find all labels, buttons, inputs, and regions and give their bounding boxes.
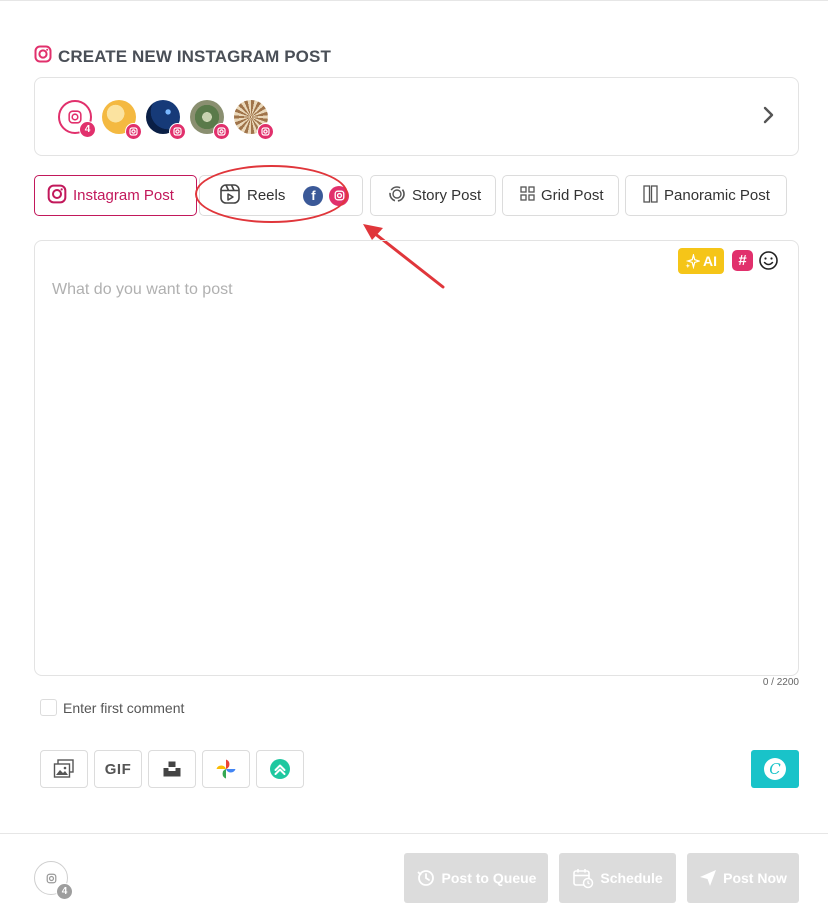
ai-button[interactable]: AI [678,248,724,274]
tab-label: Panoramic Post [664,187,770,204]
page-title: CREATE NEW INSTAGRAM POST [58,46,331,66]
instagram-badge-icon [257,123,274,140]
tab-panoramic-post[interactable]: Panoramic Post [625,175,787,216]
queue-icon [416,870,434,886]
ai-label: AI [703,253,717,269]
instagram-icon [47,184,67,208]
sparkle-icon [685,253,700,269]
account-count-badge: 4 [79,121,96,138]
canva-button[interactable]: C [751,750,799,788]
footer-account-count: 4 [56,883,73,900]
emoji-icon[interactable] [758,250,779,271]
top-divider [0,0,828,1]
account-avatar[interactable] [190,100,230,140]
first-comment-label[interactable]: Enter first comment [63,700,184,716]
account-avatar[interactable] [146,100,186,140]
gif-label: GIF [104,760,132,778]
svg-text:C: C [769,760,781,778]
account-selector[interactable]: 4 [34,77,799,156]
tab-grid-post[interactable]: Grid Post [502,175,619,216]
selected-accounts-avatar[interactable]: 4 [58,100,96,138]
grid-icon [520,186,535,205]
instagram-icon [68,110,82,124]
annotation-oval [195,165,348,223]
send-icon [700,870,717,886]
first-comment-checkbox[interactable] [40,699,57,716]
instagram-badge-icon [213,123,230,140]
footer-account-avatar[interactable]: 4 [34,861,73,900]
story-icon [388,185,406,207]
instagram-icon [46,873,56,883]
calendar-clock-icon [573,869,594,889]
instagram-badge-icon [125,123,142,140]
account-avatar[interactable] [234,100,274,140]
gif-button[interactable]: GIF [94,750,142,788]
post-editor[interactable]: What do you want to post AI # [34,240,799,676]
tab-label: Grid Post [541,187,604,204]
account-avatar[interactable] [102,100,142,140]
unsplash-icon [163,761,181,777]
tab-story-post[interactable]: Story Post [370,175,496,216]
post-now-button[interactable]: Post Now [687,853,799,903]
footer-divider [0,833,828,834]
instagram-icon [34,45,52,68]
unsplash-button[interactable] [148,750,196,788]
panoramic-icon [643,184,658,207]
google-photos-icon [216,759,236,779]
canva-icon: C [764,758,786,780]
page-title-row: CREATE NEW INSTAGRAM POST [34,45,331,68]
tab-label: Story Post [412,187,482,204]
post-now-label: Post Now [723,870,787,886]
post-textarea-placeholder[interactable]: What do you want to post [52,281,233,299]
double-chevron-up-icon [270,759,290,779]
instagram-badge-icon [169,123,186,140]
hashtag-button[interactable]: # [732,250,753,271]
tab-instagram-post[interactable]: Instagram Post [34,175,197,216]
upload-media-button[interactable] [40,750,88,788]
character-counter: 0 / 2200 [762,677,799,688]
google-photos-button[interactable] [202,750,250,788]
post-to-queue-button[interactable]: Post to Queue [404,853,548,903]
first-comment-row: Enter first comment [40,699,184,716]
tab-label: Instagram Post [73,187,174,204]
schedule-button[interactable]: Schedule [559,853,676,903]
image-upload-icon [53,759,74,778]
chevron-right-icon[interactable] [762,105,776,130]
post-to-queue-label: Post to Queue [441,870,537,886]
upload-to-cloud-button[interactable] [256,750,304,788]
schedule-label: Schedule [600,870,663,886]
